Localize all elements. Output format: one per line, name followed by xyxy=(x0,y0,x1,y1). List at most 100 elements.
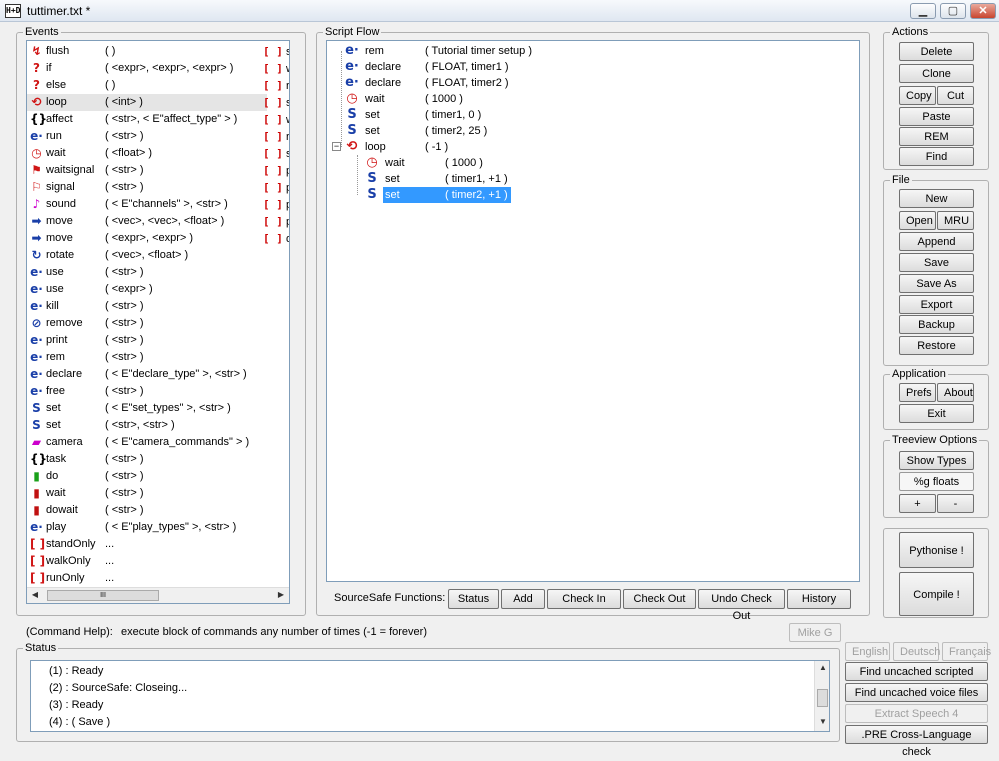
event-item[interactable]: ↻ rotate ( <vec>, <float> ) xyxy=(27,247,267,264)
event-item[interactable]: ⚑ waitsignal ( <str> ) xyxy=(27,162,267,179)
find-uncached-voice-button[interactable]: Find uncached voice files xyxy=(845,683,988,702)
event-item[interactable]: ▮ do ( <str> ) xyxy=(27,468,267,485)
open-button[interactable]: Open xyxy=(899,211,936,230)
pre-cross-language-check-button[interactable]: .PRE Cross-Language check xyxy=(845,725,988,758)
tree-item[interactable]: Sset ( timer1, 0 ) xyxy=(345,107,745,123)
event-extra-item[interactable]: [ ] ru xyxy=(263,77,289,94)
maximize-button[interactable]: ▢ xyxy=(940,3,966,19)
event-item[interactable]: Sset ( <str>, <str> ) xyxy=(27,417,267,434)
prefs-button[interactable]: Prefs xyxy=(899,383,936,402)
tree-item[interactable]: Sset ( timer1, +1 ) xyxy=(365,171,765,187)
event-item[interactable]: [ ] walkOnly... xyxy=(27,553,267,570)
cut-button[interactable]: Cut xyxy=(937,86,974,105)
increase-button[interactable]: + xyxy=(899,494,936,513)
copy-button[interactable]: Copy xyxy=(899,86,936,105)
tree-item[interactable]: ◷ wait ( 1000 ) xyxy=(345,91,745,107)
pythonise-button[interactable]: Pythonise ! xyxy=(899,532,974,568)
export-button[interactable]: Export xyxy=(899,295,974,314)
event-item[interactable]: e· use ( <expr> ) xyxy=(27,281,267,298)
event-item[interactable]: ⟲ loop ( <int> ) xyxy=(27,94,267,111)
mru-button[interactable]: MRU xyxy=(937,211,974,230)
exit-button[interactable]: Exit xyxy=(899,404,974,423)
new-button[interactable]: New xyxy=(899,189,974,208)
status-vertical-scrollbar[interactable]: ▲ ▼ xyxy=(814,661,829,731)
event-extra-item[interactable]: [ ] st xyxy=(263,94,289,111)
event-item[interactable]: ⚐ signal ( <str> ) xyxy=(27,179,267,196)
event-item[interactable]: e· use ( <str> ) xyxy=(27,264,267,281)
event-extra-item[interactable]: [ ] de xyxy=(263,230,289,247)
tree-item[interactable]: ◷ wait ( 1000 ) xyxy=(365,155,765,171)
find-button[interactable]: Find xyxy=(899,147,974,166)
event-extra-item[interactable]: [ ] st xyxy=(263,145,289,162)
event-extra-item[interactable]: [ ] pa xyxy=(263,213,289,230)
event-item[interactable]: ↯ flush ( ) xyxy=(27,43,267,60)
event-extra-item[interactable]: [ ] pa xyxy=(263,162,289,179)
english-button[interactable]: English xyxy=(845,642,890,661)
scroll-left-icon[interactable]: ◀ xyxy=(29,590,41,599)
event-extra-item[interactable]: [ ] st xyxy=(263,43,289,60)
tree-item-selected[interactable]: Sset ( timer2, +1 ) xyxy=(365,187,765,203)
event-item[interactable]: ▮ wait ( <str> ) xyxy=(27,485,267,502)
events-list[interactable]: ↯ flush ( )? if ( <expr>, <expr>, <expr> )? e… xyxy=(26,40,290,604)
event-item[interactable]: ♪ sound ( < E"channels" >, <str> ) xyxy=(27,196,267,213)
event-item[interactable]: [ ] runOnly... xyxy=(27,570,267,587)
event-item[interactable]: Sset ( < E"set_types" >, <str> ) xyxy=(27,400,267,417)
event-item[interactable]: ⊘ remove ( <str> ) xyxy=(27,315,267,332)
event-item[interactable]: e· print ( <str> ) xyxy=(27,332,267,349)
events-horizontal-scrollbar[interactable]: ◀ III ▶ xyxy=(27,587,289,603)
event-item[interactable]: ▮ dowait ( <str> ) xyxy=(27,502,267,519)
find-uncached-audio-button[interactable]: Find uncached scripted audio xyxy=(845,662,988,695)
restore-button[interactable]: Restore xyxy=(899,336,974,355)
tree-item[interactable]: e· rem ( Tutorial timer setup ) xyxy=(345,43,745,59)
scroll-thumb[interactable] xyxy=(817,689,828,707)
tree-item[interactable]: Sset ( timer2, 25 ) xyxy=(345,123,745,139)
save-as-button[interactable]: Save As xyxy=(899,274,974,293)
collapse-icon[interactable]: − xyxy=(332,142,341,151)
event-item[interactable]: {} affect ( <str>, < E"affect_type" > ) xyxy=(27,111,267,128)
rem-button[interactable]: REM xyxy=(899,127,974,146)
event-item[interactable]: {} task ( <str> ) xyxy=(27,451,267,468)
decrease-button[interactable]: - xyxy=(937,494,974,513)
status-list[interactable]: (1) : Ready (2) : SourceSafe: Closeing...… xyxy=(30,660,830,732)
tree-item[interactable]: e· declare ( FLOAT, timer2 ) xyxy=(345,75,745,91)
compile-button[interactable]: Compile ! xyxy=(899,572,974,616)
event-extra-item[interactable]: [ ] pa xyxy=(263,179,289,196)
event-item[interactable]: ◷ wait ( <float> ) xyxy=(27,145,267,162)
status-button[interactable]: Status xyxy=(448,589,499,609)
append-button[interactable]: Append xyxy=(899,232,974,251)
clone-button[interactable]: Clone xyxy=(899,64,974,83)
event-item[interactable]: ? else ( ) xyxy=(27,77,267,94)
tree-item[interactable]: e· declare ( FLOAT, timer1 ) xyxy=(345,59,745,75)
mike-g-button[interactable]: Mike G xyxy=(789,623,841,642)
event-item[interactable]: ? if ( <expr>, <expr>, <expr> ) xyxy=(27,60,267,77)
scroll-thumb[interactable]: III xyxy=(47,590,159,601)
event-extra-item[interactable]: [ ] w xyxy=(263,60,289,77)
close-button[interactable]: ✕ xyxy=(970,3,996,19)
g-floats-toggle[interactable]: %g floats xyxy=(899,472,974,491)
undo-check-out-button[interactable]: Undo Check Out xyxy=(698,589,785,622)
deutsch-button[interactable]: Deutsch xyxy=(893,642,940,661)
event-item[interactable]: ➡ move ( <expr>, <expr> ) xyxy=(27,230,267,247)
history-button[interactable]: History xyxy=(787,589,851,609)
about-button[interactable]: About xyxy=(937,383,974,402)
event-item[interactable]: e· declare ( < E"declare_type" >, <str> ) xyxy=(27,366,267,383)
francais-button[interactable]: Français xyxy=(942,642,991,661)
minimize-button[interactable]: ▁ xyxy=(910,3,936,19)
show-types-button[interactable]: Show Types xyxy=(899,451,974,470)
event-extra-item[interactable]: [ ] pa xyxy=(263,196,289,213)
event-item[interactable]: e· play ( < E"play_types" >, <str> ) xyxy=(27,519,267,536)
save-button[interactable]: Save xyxy=(899,253,974,272)
scroll-down-icon[interactable]: ▼ xyxy=(817,717,829,726)
title-bar[interactable] xyxy=(0,0,999,22)
check-in-button[interactable]: Check In xyxy=(547,589,621,609)
event-item[interactable]: e· kill ( <str> ) xyxy=(27,298,267,315)
scroll-up-icon[interactable]: ▲ xyxy=(817,663,829,672)
event-extra-item[interactable]: [ ] ru xyxy=(263,128,289,145)
add-button[interactable]: Add xyxy=(501,589,545,609)
event-item[interactable]: e· run ( <str> ) xyxy=(27,128,267,145)
event-item[interactable]: e· free ( <str> ) xyxy=(27,383,267,400)
paste-button[interactable]: Paste xyxy=(899,107,974,126)
event-item[interactable]: ➡ move ( <vec>, <vec>, <float> ) xyxy=(27,213,267,230)
scroll-right-icon[interactable]: ▶ xyxy=(275,590,287,599)
tree-item[interactable]: ⟲ loop ( -1 ) xyxy=(345,139,745,155)
